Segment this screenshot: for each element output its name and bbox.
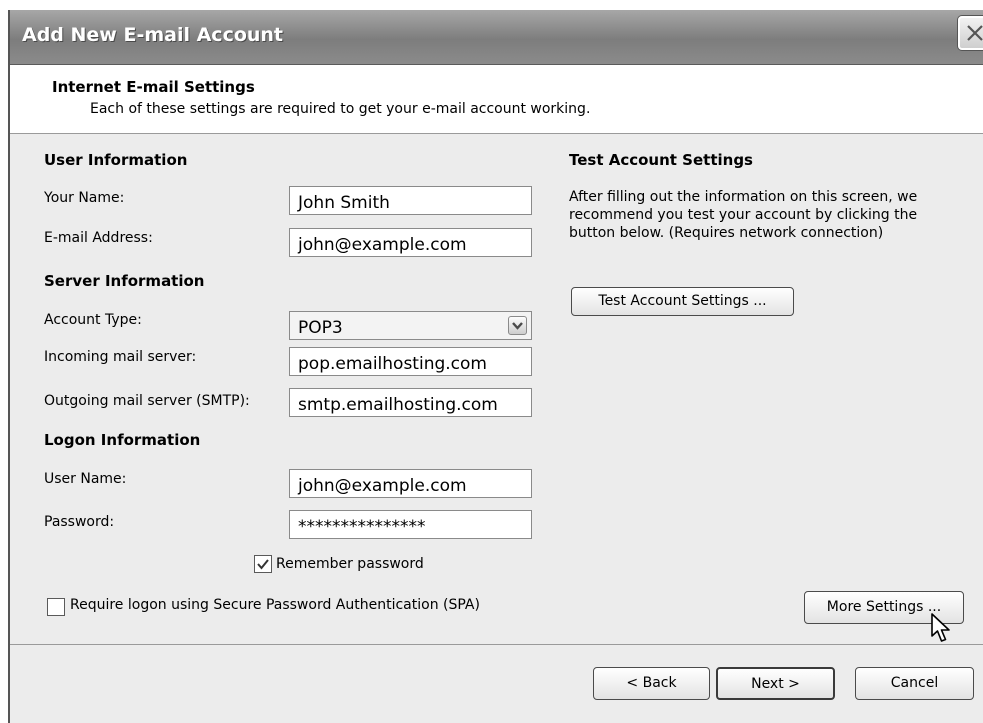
outgoing-server-field[interactable]: smtp.emailhosting.com [289,388,532,417]
header-subtitle: Each of these settings are required to g… [90,101,591,117]
spa-checkbox[interactable] [47,598,65,616]
remember-password-label[interactable]: Remember password [276,556,424,572]
test-description-line1: After filling out the information on thi… [569,189,918,205]
footer-separator [8,644,983,645]
email-address-field[interactable]: john@example.com [289,228,532,257]
settings-header: Internet E-mail Settings Each of these s… [8,65,983,134]
close-button[interactable] [958,16,983,50]
test-settings-heading: Test Account Settings [569,151,753,169]
test-description-line2: recommend you test your account by click… [569,207,918,223]
window-left-border [8,10,10,723]
account-type-label: Account Type: [44,312,142,328]
cancel-button[interactable]: Cancel [855,667,974,700]
account-type-select[interactable]: POP3 [289,311,532,340]
password-field[interactable]: *************** [289,510,532,539]
dialog-body: User Information Your Name: John Smith E… [8,134,983,723]
test-description-line3: button below. (Requires network connecti… [569,225,884,241]
incoming-server-field[interactable]: pop.emailhosting.com [289,347,532,376]
user-name-label: User Name: [44,471,127,487]
dropdown-button[interactable] [508,316,527,335]
your-name-field[interactable]: John Smith [289,186,532,215]
test-account-settings-button[interactable]: Test Account Settings ... [571,287,794,316]
user-name-field[interactable]: john@example.com [289,469,532,498]
next-button[interactable]: Next > [716,667,835,700]
incoming-server-label: Incoming mail server: [44,349,197,365]
password-label: Password: [44,514,115,530]
logon-info-heading: Logon Information [44,431,201,449]
spa-label[interactable]: Require logon using Secure Password Auth… [70,597,480,613]
outgoing-server-label: Outgoing mail server (SMTP): [44,393,250,409]
window-title: Add New E-mail Account [22,24,284,46]
back-button[interactable]: < Back [593,667,710,700]
your-name-label: Your Name: [44,190,125,206]
remember-password-checkbox[interactable] [254,555,272,573]
server-info-heading: Server Information [44,272,205,290]
add-email-account-dialog: Add New E-mail Account Internet E-mail S… [0,0,983,723]
account-type-value: POP3 [298,318,343,338]
title-bar[interactable]: Add New E-mail Account [8,10,983,65]
email-address-label: E-mail Address: [44,230,153,246]
user-info-heading: User Information [44,151,188,169]
header-title: Internet E-mail Settings [52,78,255,96]
